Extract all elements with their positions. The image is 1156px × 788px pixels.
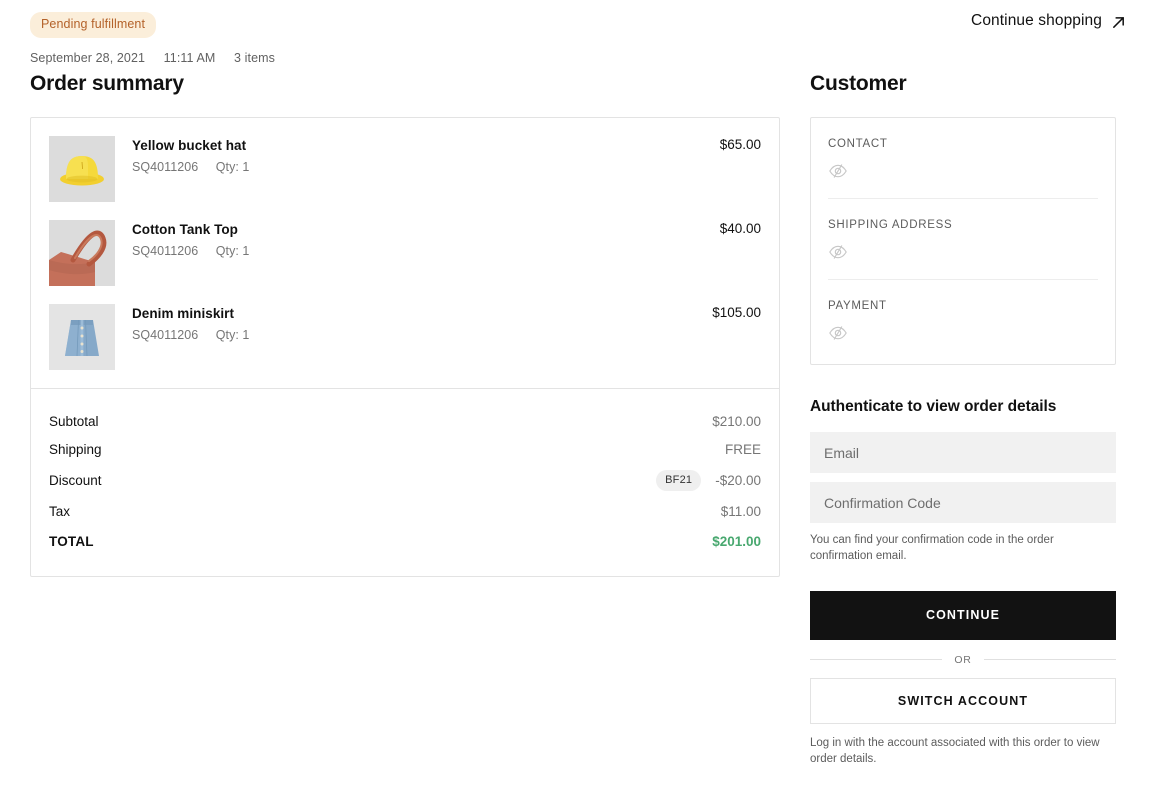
continue-shopping-label: Continue shopping <box>971 12 1102 29</box>
product-meta: SQ4011206 Qty: 1 <box>132 160 720 174</box>
product-sku: SQ4011206 <box>132 327 199 342</box>
product-thumbnail-cotton-tank-top <box>49 220 115 286</box>
eye-off-icon <box>828 162 1098 185</box>
page-body: Order summary Yellow bucket hat SQ401120… <box>30 72 1126 767</box>
order-summary-column: Order summary Yellow bucket hat SQ401120… <box>30 72 780 577</box>
separator-line-left <box>810 659 943 661</box>
customer-column: Customer CONTACT SHIPPING ADDRESS PAYMEN… <box>810 72 1116 767</box>
customer-card: CONTACT SHIPPING ADDRESS PAYMENT <box>810 117 1116 365</box>
contact-hidden-value <box>828 162 1098 180</box>
discount-code-chip: BF21 <box>656 469 702 491</box>
product-meta: SQ4011206 Qty: 1 <box>132 244 720 258</box>
order-date: September 28, 2021 <box>30 50 146 65</box>
product-qty: Qty: 1 <box>215 159 250 174</box>
or-label: OR <box>954 653 972 666</box>
total-label: TOTAL <box>49 534 94 549</box>
discount-value: -$20.00 <box>715 472 761 488</box>
customer-title: Customer <box>810 72 907 95</box>
subtotal-row: Subtotal $210.00 <box>49 407 761 435</box>
eye-off-icon <box>828 243 1098 266</box>
table-row: Denim miniskirt SQ4011206 Qty: 1 $105.00 <box>49 304 761 388</box>
customer-shipping-block: SHIPPING ADDRESS <box>828 199 1098 280</box>
customer-contact-block: CONTACT <box>828 118 1098 199</box>
separator-line-right <box>983 659 1116 661</box>
page-header: Pending fulfillment September 28, 2021 1… <box>30 0 1126 72</box>
line-item-info: Denim miniskirt SQ4011206 Qty: 1 <box>132 304 712 342</box>
tax-row: Tax $11.00 <box>49 497 761 525</box>
order-meta: September 28, 2021 11:11 AM 3 items <box>30 51 1126 65</box>
payment-label: PAYMENT <box>828 300 887 312</box>
order-time: 11:11 AM <box>163 50 216 65</box>
order-item-count: 3 items <box>234 50 275 65</box>
shipping-label: Shipping <box>49 441 102 457</box>
switch-account-footnote: Log in with the account associated with … <box>810 736 1100 765</box>
line-item-info: Cotton Tank Top SQ4011206 Qty: 1 <box>132 220 720 258</box>
product-price: $40.00 <box>719 221 761 236</box>
total-value: $201.00 <box>712 534 761 549</box>
order-summary-card: Yellow bucket hat SQ4011206 Qty: 1 $65.0… <box>30 117 780 577</box>
contact-label: CONTACT <box>828 138 888 150</box>
shipping-address-label: SHIPPING ADDRESS <box>828 219 953 231</box>
product-meta: SQ4011206 Qty: 1 <box>132 328 712 342</box>
switch-account-button[interactable]: SWITCH ACCOUNT <box>810 677 1116 724</box>
product-name: Yellow bucket hat <box>132 138 247 153</box>
order-summary-title: Order summary <box>30 72 184 95</box>
continue-button[interactable]: CONTINUE <box>810 590 1116 640</box>
continue-shopping-link[interactable]: Continue shopping <box>971 12 1126 30</box>
total-row: TOTAL $201.00 <box>49 525 761 556</box>
confirmation-help-text: You can find your confirmation code in t… <box>810 534 1054 563</box>
tax-value: $11.00 <box>720 503 761 519</box>
product-price: $65.00 <box>719 137 761 152</box>
product-name: Cotton Tank Top <box>132 222 238 237</box>
line-item-info: Yellow bucket hat SQ4011206 Qty: 1 <box>132 136 720 174</box>
shipping-value: FREE <box>724 441 761 457</box>
shipping-row: Shipping FREE <box>49 435 761 463</box>
product-sku: SQ4011206 <box>132 243 199 258</box>
order-totals: Subtotal $210.00 Shipping FREE Discount … <box>31 388 779 576</box>
confirmation-code-field[interactable] <box>810 482 1116 523</box>
status-badge: Pending fulfillment <box>30 12 157 38</box>
table-row: Cotton Tank Top SQ4011206 Qty: 1 $40.00 <box>49 220 761 304</box>
tax-label: Tax <box>49 503 71 519</box>
product-thumbnail-yellow-bucket-hat <box>49 136 115 202</box>
product-qty: Qty: 1 <box>215 243 250 258</box>
customer-payment-block: PAYMENT <box>828 280 1098 364</box>
shipping-hidden-value <box>828 243 1098 261</box>
discount-row: Discount BF21 -$20.00 <box>49 463 761 497</box>
line-items-list: Yellow bucket hat SQ4011206 Qty: 1 $65.0… <box>31 118 779 388</box>
product-thumbnail-denim-miniskirt <box>49 304 115 370</box>
discount-label: Discount <box>49 472 102 488</box>
authenticate-title: Authenticate to view order details <box>810 398 1057 415</box>
subtotal-value: $210.00 <box>712 413 761 429</box>
product-name: Denim miniskirt <box>132 306 235 321</box>
table-row: Yellow bucket hat SQ4011206 Qty: 1 $65.0… <box>49 136 761 220</box>
arrow-up-right-icon <box>1111 15 1126 30</box>
product-price: $105.00 <box>712 305 761 320</box>
product-sku: SQ4011206 <box>132 159 199 174</box>
order-status-page: Pending fulfillment September 28, 2021 1… <box>0 0 1156 788</box>
eye-off-icon <box>828 324 1098 347</box>
payment-hidden-value <box>828 324 1098 342</box>
subtotal-label: Subtotal <box>49 413 99 429</box>
email-field[interactable] <box>810 432 1116 473</box>
or-separator: OR <box>810 654 1116 666</box>
product-qty: Qty: 1 <box>215 327 250 342</box>
